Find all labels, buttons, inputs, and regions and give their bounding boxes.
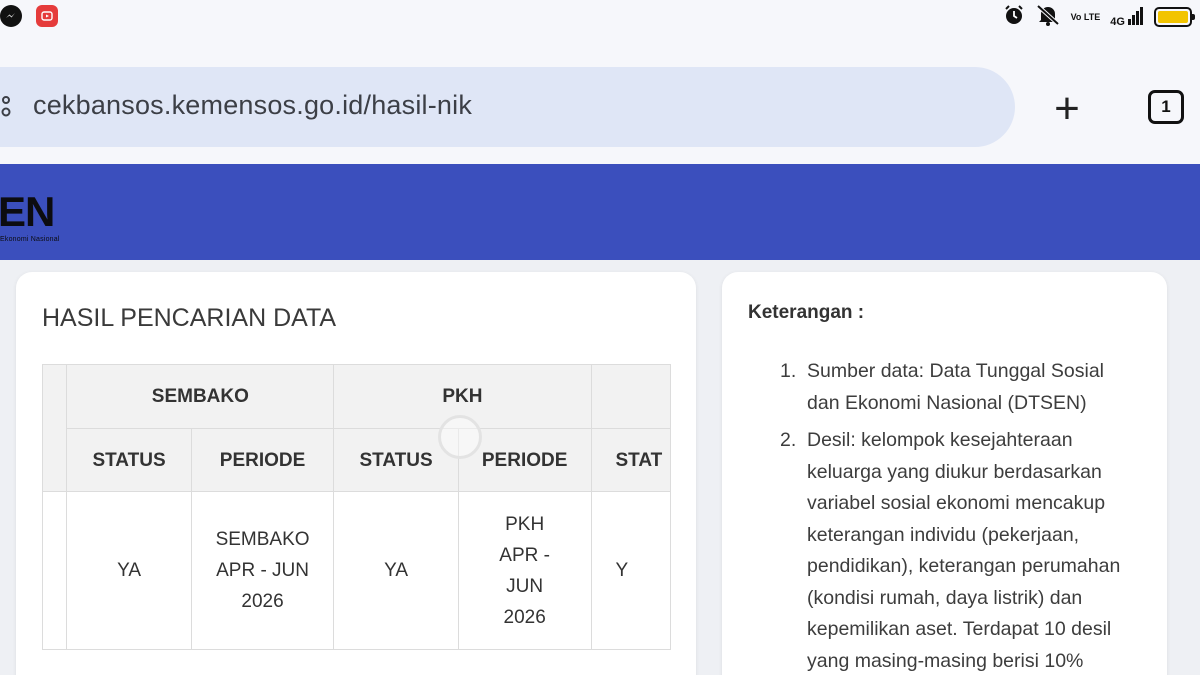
table-header-cell: [42, 364, 68, 492]
next-status-cell: Y: [590, 491, 671, 650]
pkh-periode-cell: PKH APR - JUN 2026: [457, 491, 592, 650]
sembako-periode-cell: SEMBAKO APR - JUN 2026: [190, 491, 335, 650]
touch-indicator: [438, 415, 482, 459]
periode-line: PKH: [505, 513, 545, 535]
info-list: 1. Sumber data: Data Tunggal Sosial dan …: [780, 356, 1140, 675]
periode-line: 2026: [503, 606, 546, 628]
periode-line: 2026: [241, 591, 284, 612]
site-logo-subtext: Ekonomi Nasional: [0, 236, 60, 243]
page-title: HASIL PENCARIAN DATA: [42, 304, 337, 332]
list-item: 1. Sumber data: Data Tunggal Sosial dan …: [780, 356, 1140, 419]
network-type: 4G: [1110, 15, 1125, 28]
result-table: SEMBAKO PKH STATUS PERIODE STATUS PERIOD…: [42, 364, 671, 650]
list-item-text: Sumber data: Data Tunggal Sosial dan Eko…: [807, 360, 1105, 414]
search-result-card: HASIL PENCARIAN DATA SEMBAKO PKH STATUS …: [16, 272, 696, 675]
column-header-status: STAT: [590, 428, 671, 492]
periode-line: SEMBAKO: [215, 529, 310, 550]
tab-switcher-button[interactable]: 1: [1148, 90, 1184, 124]
url-text[interactable]: cekbansos.kemensos.go.id/hasil-nik: [33, 90, 472, 121]
alarm-icon: [1003, 4, 1025, 30]
info-card: Keterangan : 1. Sumber data: Data Tungga…: [722, 272, 1167, 675]
group-header-next: [590, 364, 671, 429]
mute-icon: [1035, 4, 1061, 30]
list-item-number: 1.: [780, 360, 797, 382]
battery-level: [1158, 11, 1188, 23]
column-header-periode: PERIODE: [190, 428, 335, 492]
pkh-status-cell: YA: [333, 491, 459, 650]
status-bar: Vo LTE 4G: [0, 0, 1200, 34]
result-table-scroll[interactable]: SEMBAKO PKH STATUS PERIODE STATUS PERIOD…: [42, 364, 671, 675]
site-settings-icon[interactable]: [0, 95, 14, 119]
table-row: YA SEMBAKO APR - JUN 2026 YA PKH APR - J…: [42, 491, 671, 650]
list-item: 2. Desil: kelompok kesejahteraan keluarg…: [780, 425, 1140, 675]
status-icons: Vo LTE 4G: [1003, 4, 1195, 30]
periode-line: APR -: [499, 544, 550, 566]
list-item-number: 2.: [780, 429, 797, 451]
table-cell: [42, 491, 68, 650]
sembako-status-cell: YA: [66, 491, 192, 650]
site-header: EN Ekonomi Nasional: [0, 164, 1200, 260]
info-title: Keterangan :: [748, 302, 865, 323]
table-group-header: SEMBAKO PKH: [42, 364, 671, 492]
new-tab-button[interactable]: +: [1044, 86, 1090, 132]
column-header-status: STATUS: [66, 428, 192, 492]
browser-toolbar: cekbansos.kemensos.go.id/hasil-nik + 1: [0, 34, 1200, 164]
periode-line: APR - JUN: [216, 560, 309, 581]
volte-icon: Vo LTE: [1070, 11, 1101, 22]
messenger-icon: [0, 5, 22, 27]
signal-icon: 4G: [1110, 6, 1144, 28]
list-item-text: Desil: kelompok kesejahteraan keluarga y…: [807, 429, 1121, 672]
address-bar[interactable]: cekbansos.kemensos.go.id/hasil-nik: [0, 67, 1015, 147]
group-header-sembako: SEMBAKO: [66, 364, 335, 429]
table-column-header: STATUS PERIODE STATUS PERIODE STAT: [42, 428, 671, 492]
periode-line: JUN: [506, 575, 544, 597]
battery-icon: [1154, 7, 1195, 27]
youtube-icon: [36, 5, 58, 27]
site-logo[interactable]: EN: [0, 190, 55, 234]
